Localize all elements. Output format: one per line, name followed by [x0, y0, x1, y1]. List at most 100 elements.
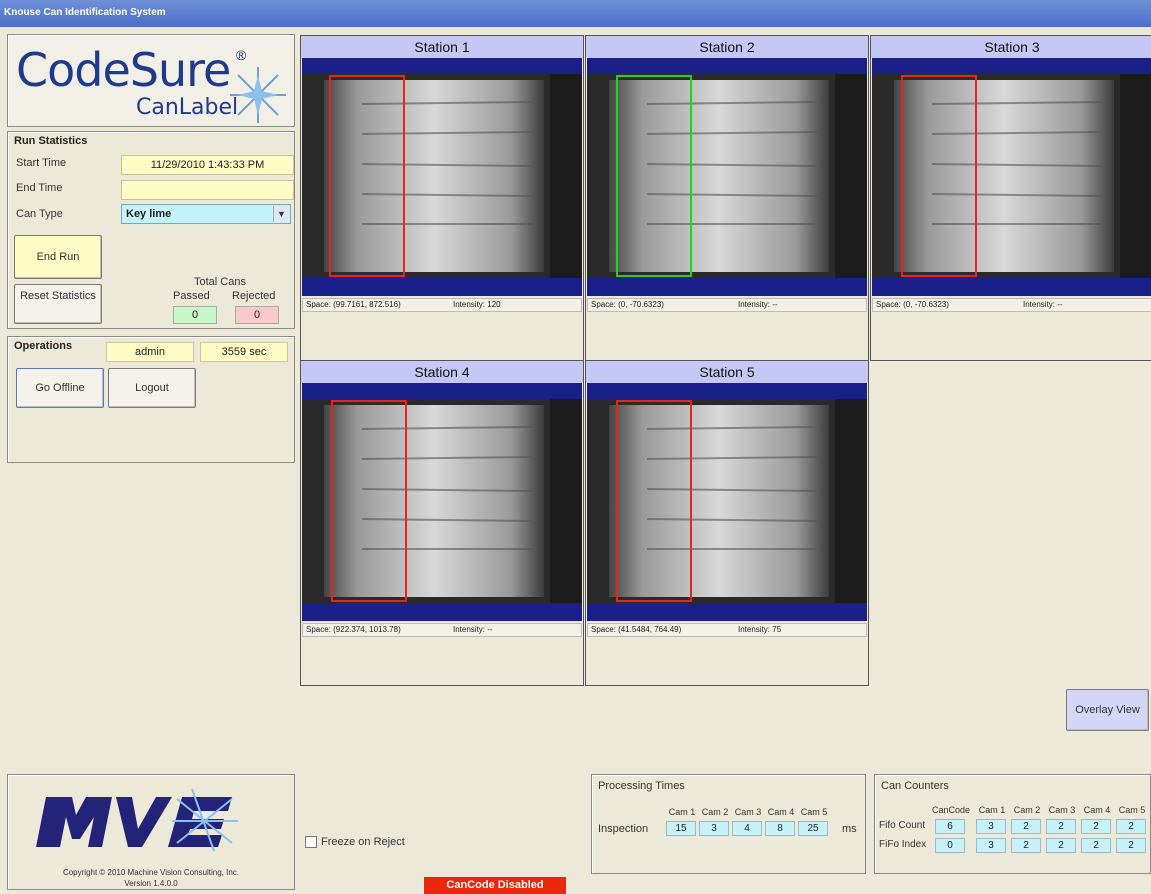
counter-column-header: Cam 3	[1048, 805, 1076, 815]
station-5-panel: Station 5 Space: (41.5484, 764.49) Inten…	[585, 360, 869, 686]
station-title: Station 4	[301, 361, 583, 383]
camera-status-bar: Space: (0, -70.6323) Intensity: --	[872, 298, 1151, 312]
window-title-bar: Knouse Can Identification System	[0, 0, 1151, 27]
counter-cell: 2	[1011, 819, 1041, 834]
go-offline-button[interactable]: Go Offline	[16, 368, 104, 408]
station-title: Station 1	[301, 36, 583, 58]
counter-cell: 2	[1046, 838, 1076, 853]
intensity-readout: Intensity: --	[738, 300, 778, 309]
space-coordinates: Space: (99.7161, 872.516)	[306, 300, 401, 309]
camera-view[interactable]	[872, 58, 1151, 296]
camera-view[interactable]	[587, 58, 867, 296]
space-coordinates: Space: (922.374, 1013.78)	[306, 625, 401, 634]
processing-column-header: Cam 5	[800, 807, 828, 817]
camera-view[interactable]	[587, 383, 867, 621]
intensity-readout: Intensity: 75	[738, 625, 782, 634]
processing-times-title: Processing Times	[598, 780, 685, 792]
counter-cell: 3	[976, 838, 1006, 853]
freeze-on-reject-checkbox[interactable]: Freeze on Reject	[305, 836, 405, 849]
start-time-field: 11/29/2010 1:43:33 PM	[121, 155, 294, 175]
end-time-field	[121, 180, 294, 200]
camera-image	[302, 74, 582, 278]
camera-view[interactable]	[302, 58, 582, 296]
camera-status-bar: Space: (99.7161, 872.516) Intensity: 120	[302, 298, 582, 312]
logout-button[interactable]: Logout	[108, 368, 196, 408]
space-coordinates: Space: (0, -70.6323)	[876, 300, 949, 309]
logo-main-text: CodeSure	[16, 43, 231, 97]
passed-count: 0	[173, 306, 217, 324]
inspection-time-cell: 25	[798, 821, 828, 836]
station-2-panel: Station 2 Space: (0, -70.6323) Intensity…	[585, 35, 869, 361]
can-type-select[interactable]: Key lime ▼	[121, 204, 291, 224]
can-type-value: Key lime	[126, 208, 172, 220]
freeze-on-reject-label: Freeze on Reject	[321, 836, 405, 848]
processing-column-header: Cam 3	[734, 807, 762, 817]
inspection-label: Inspection	[598, 823, 649, 835]
station-title: Station 5	[586, 361, 868, 383]
start-time-label: Start Time	[16, 157, 67, 169]
operations-panel: Operations admin 3559 sec Go Offline Log…	[7, 336, 295, 463]
total-cans-label: Total Cans	[194, 276, 246, 288]
processing-column-header: Cam 2	[701, 807, 729, 817]
run-statistics-panel: Run Statistics Start Time 11/29/2010 1:4…	[7, 131, 295, 329]
camera-status-bar: Space: (41.5484, 764.49) Intensity: 75	[587, 623, 867, 637]
camera-view[interactable]	[302, 383, 582, 621]
operations-title: Operations	[14, 340, 73, 352]
rejected-label: Rejected	[232, 290, 276, 302]
can-counters-title: Can Counters	[881, 780, 949, 792]
rejected-count: 0	[235, 306, 279, 324]
counter-cell: 2	[1046, 819, 1076, 834]
time-unit-label: ms	[842, 823, 857, 835]
logo-sub-text: CanLabel	[136, 95, 239, 120]
processing-times-panel: Processing Times Cam 1 Cam 2 Cam 3 Cam 4 Cam…	[591, 774, 866, 874]
counter-column-header: Cam 5	[1118, 805, 1146, 815]
overlay-view-button[interactable]: Overlay View	[1066, 689, 1149, 731]
station-4-panel: Station 4 Space: (922.374, 1013.78) Inte…	[300, 360, 584, 686]
inspection-time-cell: 8	[765, 821, 795, 836]
processing-column-header: Cam 1	[668, 807, 696, 817]
counter-cell: 3	[976, 819, 1006, 834]
counter-cell: 2	[1081, 838, 1111, 853]
user-field: admin	[106, 342, 194, 362]
intensity-readout: Intensity: 120	[453, 300, 501, 309]
camera-image	[872, 74, 1151, 278]
counter-column-header: CanCode	[931, 805, 971, 815]
end-run-button[interactable]: End Run	[14, 235, 102, 279]
counter-column-header: Cam 2	[1013, 805, 1041, 815]
processing-column-header: Cam 4	[767, 807, 795, 817]
checkbox-icon[interactable]	[305, 836, 317, 849]
reset-statistics-button[interactable]: Reset Statistics	[14, 284, 102, 324]
version-text: Version 1.4.0.0	[124, 879, 178, 888]
intensity-readout: Intensity: --	[1023, 300, 1063, 309]
station-title: Station 2	[586, 36, 868, 58]
counter-cell: 6	[935, 819, 965, 834]
end-time-label: End Time	[16, 182, 63, 194]
passed-label: Passed	[173, 290, 210, 302]
elapsed-time-field: 3559 sec	[200, 342, 288, 362]
inspection-time-cell: 4	[732, 821, 762, 836]
window-title: Knouse Can Identification System	[4, 7, 166, 18]
counter-cell: 0	[935, 838, 965, 853]
chevron-down-icon[interactable]: ▼	[273, 206, 289, 222]
counter-cell: 2	[1081, 819, 1111, 834]
camera-image	[587, 399, 867, 603]
inspection-time-cell: 3	[699, 821, 729, 836]
station-3-panel: Station 3 Space: (0, -70.6323) Intensity…	[870, 35, 1151, 361]
counter-column-header: Cam 1	[978, 805, 1006, 815]
camera-status-bar: Space: (0, -70.6323) Intensity: --	[587, 298, 867, 312]
counter-column-header: Cam 4	[1083, 805, 1111, 815]
logo-registered-mark: ®	[236, 47, 247, 63]
counter-row-label: FiFo Index	[879, 839, 927, 850]
space-coordinates: Space: (0, -70.6323)	[591, 300, 664, 309]
run-statistics-title: Run Statistics	[14, 135, 88, 147]
can-type-label: Can Type	[16, 208, 63, 220]
counter-cell: 2	[1116, 819, 1146, 834]
space-coordinates: Space: (41.5484, 764.49)	[591, 625, 682, 634]
station-1-panel: Station 1 Space: (99.7161, 872.516) Inte…	[300, 35, 584, 361]
codesure-logo-panel: CodeSure ® CanLabel	[7, 34, 295, 127]
mvc-logo-panel: Copyright © 2010 Machine Vision Consulti…	[7, 774, 295, 890]
cancode-status-badge: CanCode Disabled	[424, 877, 566, 894]
camera-image	[302, 399, 582, 603]
camera-image	[587, 74, 867, 278]
mvc-logo-icon	[36, 788, 238, 852]
